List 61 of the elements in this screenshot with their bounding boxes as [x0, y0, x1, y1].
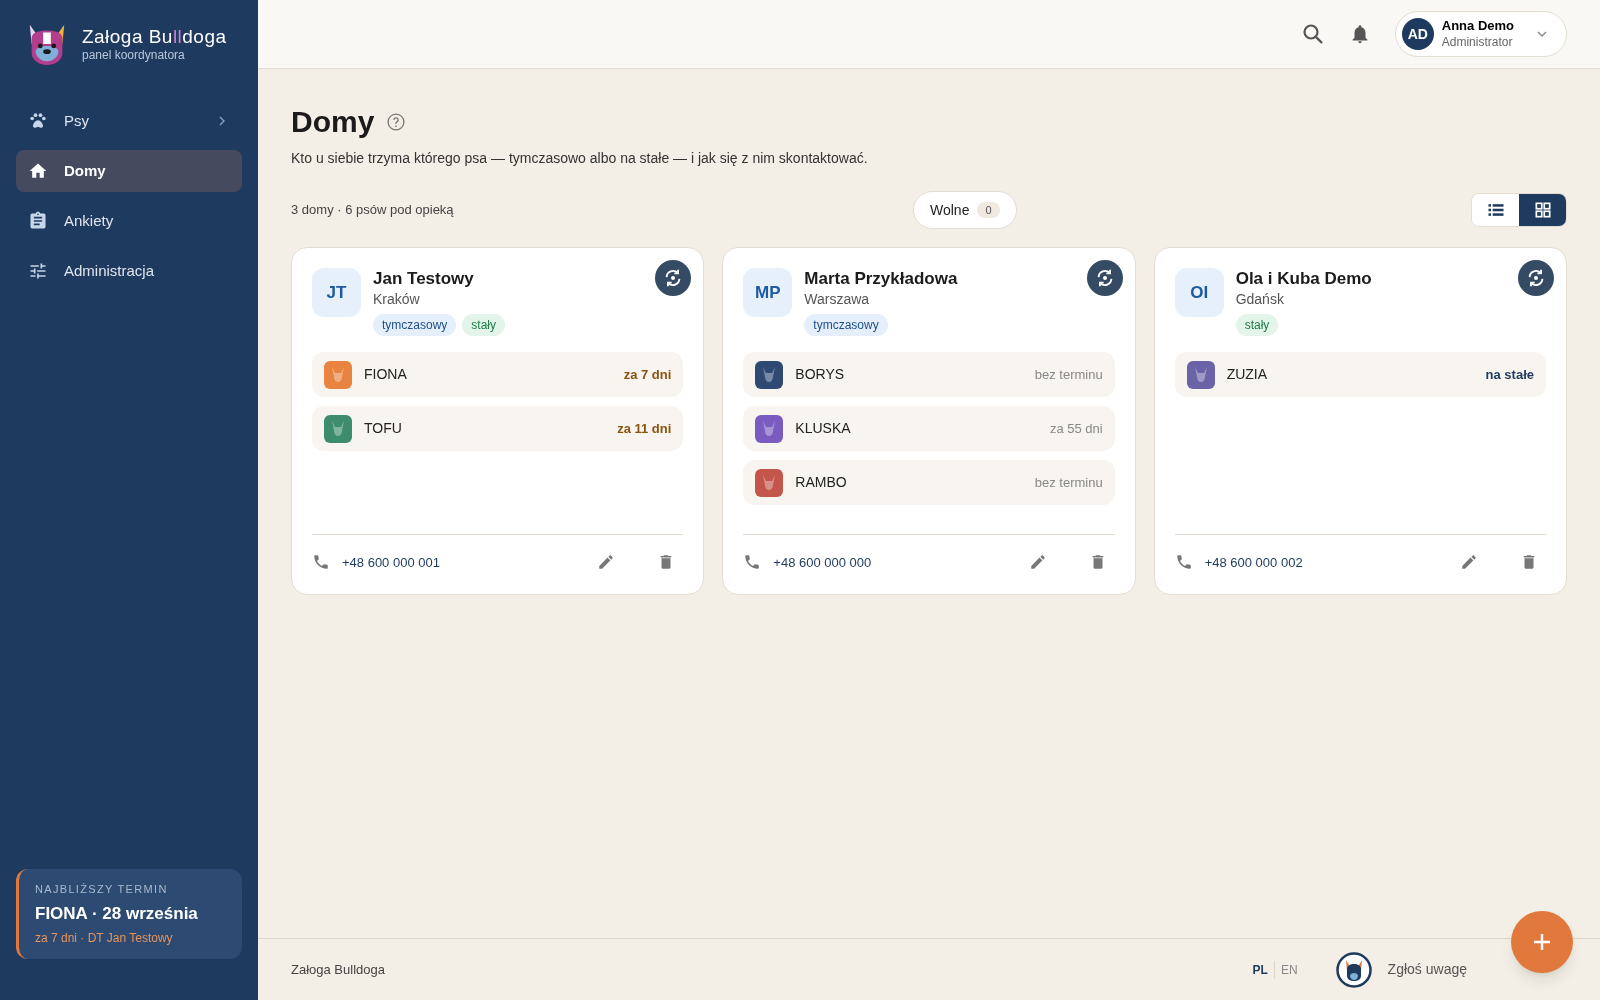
pencil-icon[interactable] [1460, 553, 1478, 572]
phone-number[interactable]: +48 600 000 000 [773, 552, 1017, 572]
phone-icon [743, 553, 762, 572]
bulldog-badge-icon [1335, 951, 1372, 988]
search-icon[interactable] [1300, 22, 1325, 46]
feedback-link[interactable]: Zgłoś uwagę [1387, 959, 1467, 980]
dog-row[interactable]: TOFU za 11 dni [312, 406, 684, 452]
pencil-icon[interactable] [1028, 553, 1047, 572]
swap-button[interactable] [1086, 260, 1123, 296]
phone-icon [1174, 553, 1193, 572]
deadline-title: FIONA · 28 września [35, 902, 199, 925]
home-name: Jan Testowy [373, 268, 475, 290]
pencil-icon[interactable] [597, 553, 616, 572]
swap-button[interactable] [655, 260, 692, 296]
dog-row[interactable]: ZUZIA na stałe [1174, 352, 1546, 398]
home-city: Kraków [373, 290, 421, 310]
home-name: Marta Przykładowa [804, 268, 958, 290]
filter-chip[interactable]: Wolne 0 [913, 191, 1017, 229]
user-name: Anna Demo [1441, 18, 1514, 35]
home-avatar: JT [312, 268, 361, 317]
type-tag: stały [462, 314, 506, 337]
type-tag: tymczasowy [804, 314, 888, 337]
paw-icon [28, 111, 48, 131]
user-menu[interactable]: AD Anna Demo Administrator [1394, 11, 1567, 57]
grid-view-button[interactable] [1519, 194, 1566, 226]
language-option[interactable]: PL [1246, 960, 1274, 979]
deadline-detail: za 7 dni · DT Jan Testowy [35, 930, 174, 947]
swap-button[interactable] [1518, 260, 1554, 296]
nav-item[interactable]: Ankiety [16, 200, 242, 242]
page-description: Kto u siebie trzyma którego psa — tymczasowo albo na stałe — i jak się z nim skontaktować. [291, 149, 869, 168]
deadline-caption: NAJBLIŻSZY TERMIN [35, 882, 169, 897]
sliders-icon [28, 261, 48, 281]
brand-subtitle: panel koordynatora [82, 48, 186, 64]
nav-item[interactable]: Domy [16, 150, 242, 192]
home-name: Ola i Kuba Demo [1235, 268, 1372, 290]
type-tag: tymczasowy [373, 314, 457, 337]
brand-name: Załoga Bulldoga [82, 24, 227, 49]
phone-number[interactable]: +48 600 000 002 [1204, 552, 1448, 572]
filter-count: 0 [977, 201, 1000, 219]
dog-row[interactable]: RAMBO bez terminu [743, 460, 1115, 506]
home-avatar: OI [1174, 268, 1224, 317]
nav-item[interactable]: Psy [16, 100, 242, 142]
clipboard-icon [28, 211, 48, 231]
home-city: Gdańsk [1235, 290, 1285, 310]
footer-brand: Załoga Bulldoga [291, 960, 386, 979]
home-city: Warszawa [804, 290, 871, 310]
user-role: Administrator [1441, 34, 1514, 50]
summary-text: 3 domy · 6 psów pod opieką [291, 201, 455, 220]
home-icon [28, 161, 48, 181]
add-button[interactable] [1511, 911, 1573, 973]
phone-number[interactable]: +48 600 000 001 [342, 552, 586, 572]
dog-row[interactable]: KLUSKA za 55 dni [743, 406, 1115, 452]
user-avatar: AD [1401, 18, 1434, 50]
home-avatar: MP [743, 268, 793, 317]
phone-icon [312, 553, 330, 572]
help-icon[interactable] [386, 111, 407, 132]
nav-item[interactable]: Administracja [16, 250, 242, 292]
type-tag: stały [1235, 314, 1279, 337]
dog-row[interactable]: FIONA za 7 dni [312, 352, 684, 398]
dog-row[interactable]: BORYS bez terminu [743, 352, 1115, 398]
page-title: Domy [291, 104, 375, 140]
